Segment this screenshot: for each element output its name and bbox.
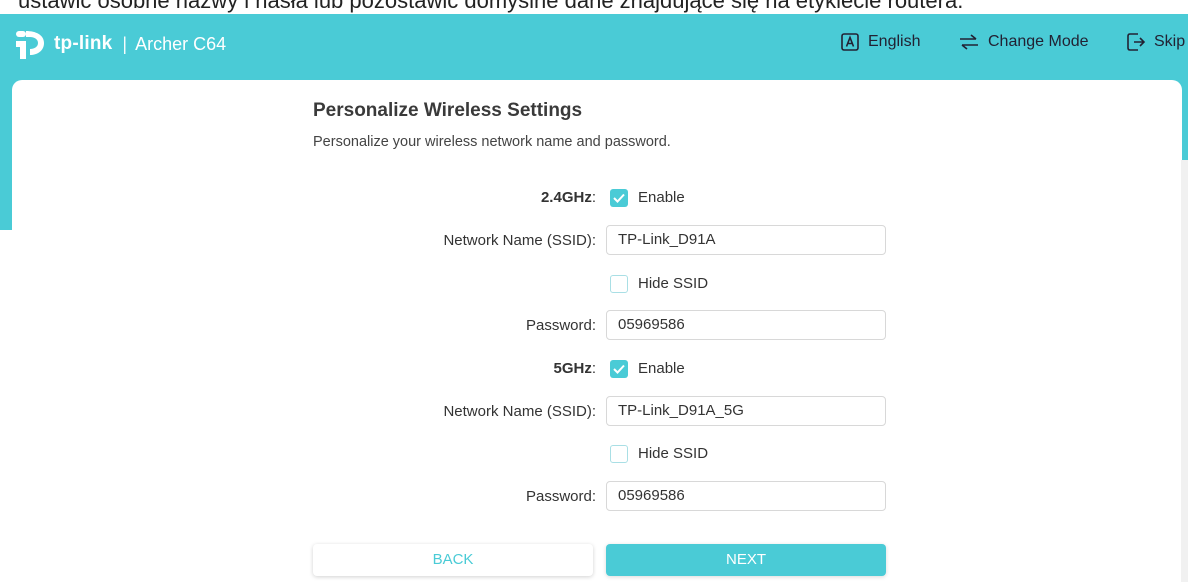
- band-5-enable-checkbox[interactable]: [610, 360, 628, 378]
- language-label: English: [868, 33, 921, 50]
- band-24-label: 2.4GHz:: [296, 189, 596, 206]
- language-icon: [841, 33, 859, 51]
- band-5-label-colon: :: [591, 360, 596, 377]
- page-subtitle: Personalize your wireless network name a…: [313, 134, 671, 150]
- back-button[interactable]: BACK: [313, 544, 593, 576]
- model-name: Archer C64: [135, 33, 227, 54]
- band-5-ssid-input[interactable]: TP-Link_D91A_5G: [606, 396, 886, 426]
- checkmark-icon: [613, 364, 625, 374]
- band-5-hide-ssid-checkbox[interactable]: [610, 445, 628, 463]
- band-5-enable-label: Enable: [638, 360, 685, 377]
- language-selector[interactable]: English: [840, 28, 920, 56]
- settings-card: [12, 80, 1182, 582]
- band-24-ssid-input[interactable]: TP-Link_D91A: [606, 225, 886, 255]
- top-caption-text: ustawić osobne nazwy i hasła lub pozosta…: [18, 0, 964, 13]
- swap-arrows-icon: [960, 34, 978, 50]
- tp-link-logo-icon: [16, 31, 44, 59]
- band-24-password-label: Password:: [525, 317, 596, 334]
- band-24-enable-checkbox[interactable]: [610, 189, 628, 207]
- band-5-hide-ssid-label: Hide SSID: [638, 445, 709, 462]
- band-5-label: 5GHz:: [296, 360, 596, 377]
- exit-icon: [1127, 33, 1146, 51]
- band-5-password-input[interactable]: 05969586: [606, 481, 886, 511]
- band-24-enable-label: Enable: [638, 189, 685, 206]
- skip-button[interactable]: Skip: [1126, 28, 1185, 56]
- band-24-ssid-label: Network Name (SSID):: [443, 232, 596, 249]
- band-24-label-text: 2.4GHz: [540, 189, 592, 206]
- checkmark-icon: [613, 193, 625, 203]
- tp-link-logo: tp-link | Archer C64: [12, 24, 226, 64]
- top-caption: ustawić osobne nazwy i hasła lub pozosta…: [0, 0, 1188, 14]
- band-5-ssid-label: Network Name (SSID):: [443, 403, 596, 420]
- band-24-hide-ssid-checkbox[interactable]: [610, 275, 628, 293]
- left-gutter: [0, 230, 12, 582]
- change-mode-button[interactable]: Change Mode: [958, 28, 1089, 56]
- band-5-password-label: Password:: [525, 488, 596, 505]
- brand-name: tp-link: [54, 33, 113, 54]
- scrollbar[interactable]: [1181, 160, 1188, 582]
- band-24-label-colon: :: [591, 189, 596, 206]
- skip-label: Skip: [1154, 33, 1186, 50]
- band-24-hide-ssid-label: Hide SSID: [638, 275, 709, 292]
- page-title: Personalize Wireless Settings: [313, 100, 583, 121]
- band-24-password-input[interactable]: 05969586: [606, 310, 886, 340]
- brand-separator: |: [122, 33, 128, 54]
- band-5-label-text: 5GHz: [553, 360, 592, 377]
- next-button[interactable]: NEXT: [606, 544, 886, 576]
- change-mode-label: Change Mode: [988, 33, 1089, 50]
